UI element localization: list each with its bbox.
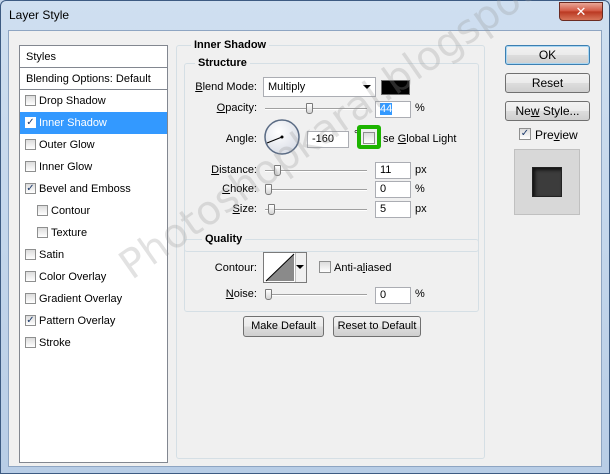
reset-to-default-button[interactable]: Reset to Default [333, 316, 421, 337]
reset-button[interactable]: Reset [505, 73, 590, 93]
style-checkbox[interactable]: ✓ [25, 117, 36, 128]
choke-label: Choke: [222, 183, 257, 195]
distance-input[interactable]: 11 [375, 162, 411, 179]
quality-group [184, 239, 479, 312]
size-slider-thumb[interactable] [268, 204, 275, 215]
choke-slider-track[interactable] [265, 189, 367, 191]
style-checkbox[interactable] [25, 139, 36, 150]
style-checkbox[interactable] [37, 227, 48, 238]
title-bar[interactable]: Layer Style ✕ [1, 1, 609, 31]
style-checkbox[interactable] [25, 95, 36, 106]
style-item-inner-shadow[interactable]: ✓ Inner Shadow [20, 112, 167, 134]
opacity-input[interactable]: 44 [375, 101, 411, 118]
anti-aliased-checkbox[interactable] [319, 261, 331, 273]
style-item-drop-shadow[interactable]: Drop Shadow [20, 90, 167, 112]
style-item-label: Bevel and Emboss [39, 183, 131, 195]
style-item-label: Color Overlay [39, 271, 107, 283]
inner-shadow-title: Inner Shadow [191, 39, 270, 51]
contour-label: Contour: [214, 262, 257, 274]
noise-slider-track[interactable] [265, 294, 367, 296]
style-item-label: Pattern Overlay [39, 315, 116, 327]
style-item-pattern-overlay[interactable]: ✓ Pattern Overlay [20, 310, 167, 332]
style-checkbox[interactable] [25, 337, 36, 348]
style-item-label: Satin [39, 249, 65, 261]
preview-label: Preview [535, 128, 578, 142]
noise-input[interactable]: 0 [375, 287, 411, 304]
style-item-gradient-overlay[interactable]: Gradient Overlay [20, 288, 167, 310]
size-input[interactable]: 5 [375, 201, 411, 218]
angle-dial[interactable] [263, 118, 301, 156]
style-item-bevel-and-emboss[interactable]: ✓ Bevel and Emboss [20, 178, 167, 200]
style-checkbox[interactable]: ✓ [25, 315, 36, 326]
style-item-label: Inner Glow [39, 161, 93, 173]
new-style-button[interactable]: New Style... [505, 101, 590, 121]
styles-header[interactable]: Styles [20, 46, 167, 68]
chevron-down-icon [296, 265, 304, 269]
style-item-texture[interactable]: Texture [20, 222, 167, 244]
layer-style-dialog: Layer Style ✕ Styles Blending Options: D… [0, 0, 610, 474]
style-checkbox[interactable] [25, 249, 36, 260]
angle-input[interactable]: -160 [307, 131, 349, 148]
noise-label: Noise: [225, 288, 257, 300]
style-item-label: Outer Glow [39, 139, 95, 151]
quality-title: Quality [202, 233, 246, 245]
opacity-label: Opacity: [216, 102, 257, 114]
style-item-outer-glow[interactable]: Outer Glow [20, 134, 167, 156]
anti-aliased-label: Anti-aliased [334, 262, 392, 274]
blending-options-item[interactable]: Blending Options: Default [20, 68, 167, 90]
style-checkbox[interactable] [37, 205, 48, 216]
blend-mode-select[interactable]: Multiply [263, 77, 376, 97]
contour-dropdown-button[interactable] [295, 253, 306, 282]
style-item-label: Inner Shadow [39, 117, 107, 129]
blend-mode-value: Multiply [268, 81, 306, 93]
style-item-inner-glow[interactable]: Inner Glow [20, 156, 167, 178]
opacity-slider-thumb[interactable] [305, 103, 313, 114]
choke-slider-thumb[interactable] [265, 184, 272, 195]
style-item-stroke[interactable]: Stroke [20, 332, 167, 354]
close-button[interactable]: ✕ [559, 2, 603, 21]
distance-unit: px [415, 164, 427, 176]
style-item-label: Drop Shadow [39, 95, 106, 107]
preview-checkbox[interactable]: ✓ [519, 128, 531, 140]
preview-swatch [532, 167, 562, 197]
distance-label: Distance: [211, 164, 257, 176]
window-title: Layer Style [9, 8, 70, 22]
size-label: Size: [232, 203, 257, 215]
opacity-slider-track[interactable] [265, 108, 367, 110]
ok-button[interactable]: OK [505, 45, 590, 65]
contour-preview-icon [265, 253, 295, 282]
style-item-satin[interactable]: Satin [20, 244, 167, 266]
blend-mode-label: Blend Mode: [195, 81, 257, 93]
size-unit: px [415, 203, 427, 215]
angle-label: Angle: [225, 133, 257, 145]
style-item-label: Contour [51, 205, 91, 217]
use-global-light-label: se Global Light [383, 133, 457, 145]
preview-thumbnail [514, 149, 580, 215]
style-item-label: Stroke [39, 337, 71, 349]
style-item-contour[interactable]: Contour [20, 200, 167, 222]
style-checkbox[interactable] [25, 271, 36, 282]
use-global-light-checkbox[interactable] [363, 132, 375, 144]
styles-list: Styles Blending Options: Default Drop Sh… [19, 45, 168, 463]
style-item-label: Gradient Overlay [39, 293, 123, 305]
shadow-color-swatch[interactable] [381, 80, 410, 95]
choke-unit: % [415, 183, 425, 195]
opacity-unit: % [415, 102, 425, 114]
distance-slider-thumb[interactable] [274, 165, 281, 176]
size-slider-track[interactable] [265, 209, 367, 211]
structure-title: Structure [195, 57, 250, 69]
dialog-body: Styles Blending Options: Default Drop Sh… [8, 30, 602, 467]
make-default-button[interactable]: Make Default [243, 316, 324, 337]
style-item-color-overlay[interactable]: Color Overlay [20, 266, 167, 288]
style-checkbox[interactable] [25, 161, 36, 172]
noise-slider-thumb[interactable] [265, 289, 272, 300]
noise-unit: % [415, 288, 425, 300]
chevron-down-icon [363, 85, 371, 89]
style-item-label: Texture [51, 227, 88, 239]
style-checkbox[interactable]: ✓ [25, 183, 36, 194]
style-checkbox[interactable] [25, 293, 36, 304]
contour-picker[interactable] [263, 252, 307, 283]
choke-input[interactable]: 0 [375, 181, 411, 198]
